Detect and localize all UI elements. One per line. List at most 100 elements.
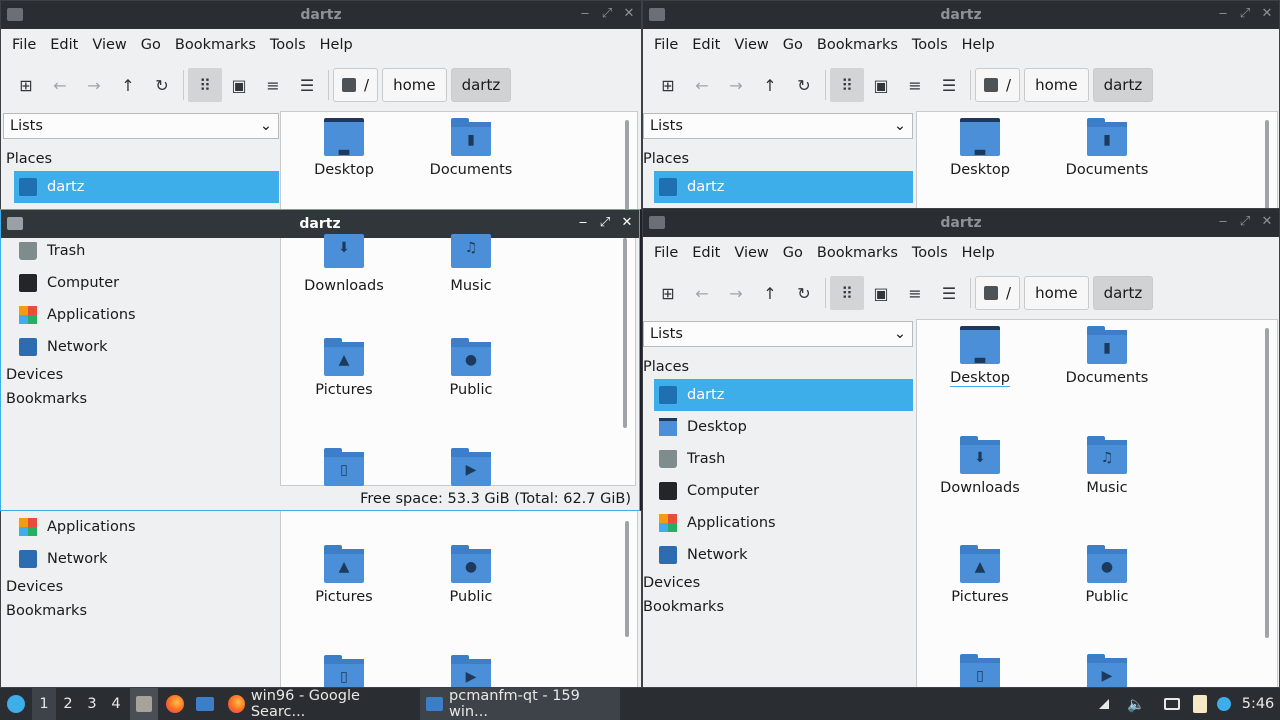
desktop-switcher-3[interactable]: 3 [80, 688, 104, 720]
desktop-switcher-4[interactable]: 4 [104, 688, 128, 720]
compact-view-icon[interactable]: ≡ [898, 68, 932, 102]
sidebar-item-applications[interactable]: Applications [3, 511, 279, 543]
scrollbar[interactable] [1265, 120, 1269, 209]
detailed-view-icon[interactable]: ☰ [932, 68, 966, 102]
menu-file[interactable]: File [5, 37, 43, 53]
menu-file[interactable]: File [647, 245, 685, 261]
bookmarks-header[interactable]: Bookmarks [3, 599, 279, 623]
thumbnail-view-icon[interactable]: ▣ [864, 68, 898, 102]
file-item-videos[interactable]: ▶ [412, 655, 530, 687]
file-view[interactable]: ▲ Pictures ● Public ▯ ▶ [280, 511, 638, 687]
file-manager-window-top-left[interactable]: dartz ‒ ⤢ ✕ File Edit View Go Bookmarks To… [0, 0, 642, 210]
file-view[interactable]: ▬ Desktop ▮ Documents [916, 111, 1278, 209]
devices-header[interactable]: Devices [643, 571, 913, 595]
sidebar-item-dartz[interactable]: dartz [654, 379, 913, 411]
maximize-button[interactable]: ⤢ [1237, 5, 1253, 23]
file-item-public[interactable]: ● Public [412, 545, 530, 605]
file-item-downloads[interactable]: ⬇ Downloads [285, 234, 403, 294]
sidebar-item-applications[interactable]: Applications [643, 507, 913, 539]
title-bar[interactable]: dartz ‒ ⤢ ✕ [643, 209, 1279, 237]
breadcrumb-home[interactable]: home [382, 68, 447, 102]
file-manager-window-bottom-left[interactable]: Applications Network Devices Bookmarks ▲… [0, 510, 642, 688]
icon-view-icon[interactable]: ⠿ [188, 68, 222, 102]
forward-icon[interactable]: → [77, 68, 111, 102]
file-item-videos[interactable]: ▶ [1048, 654, 1166, 687]
menu-tools[interactable]: Tools [905, 37, 955, 53]
file-view[interactable]: ▬ Desktop ▮ Documents [280, 111, 638, 209]
places-header[interactable]: Places [3, 147, 279, 171]
file-item-pictures[interactable]: ▲ Pictures [285, 338, 403, 398]
sidebar-item-trash[interactable]: Trash [3, 235, 279, 267]
file-item-templates[interactable]: ▯ [921, 654, 1039, 687]
file-item-music[interactable]: ♫ Music [412, 234, 530, 294]
sidebar-item-applications[interactable]: Applications [3, 299, 279, 331]
menu-tools[interactable]: Tools [263, 37, 313, 53]
task-firefox[interactable]: win96 - Google Searc... [222, 688, 414, 720]
minimize-button[interactable]: ‒ [1215, 5, 1231, 23]
breadcrumb-current[interactable]: dartz [1092, 276, 1154, 310]
sidebar-item-trash[interactable]: Trash [643, 443, 913, 475]
side-pane-mode-select[interactable]: Lists ⌄ [643, 321, 913, 347]
reload-icon[interactable]: ↻ [787, 276, 821, 310]
sidebar-item-computer[interactable]: Computer [643, 475, 913, 507]
minimize-button[interactable]: ‒ [577, 5, 593, 23]
file-manager-window-bottom-right[interactable]: dartz ‒ ⤢ ✕ File Edit View Go Bookmarks To… [642, 208, 1280, 688]
detailed-view-icon[interactable]: ☰ [290, 68, 324, 102]
sidebar-item-network[interactable]: Network [3, 331, 279, 363]
keyboard-icon[interactable] [1162, 694, 1182, 714]
sidebar-item-computer[interactable]: Computer [3, 267, 279, 299]
menu-view[interactable]: View [727, 245, 775, 261]
back-icon[interactable]: ← [685, 68, 719, 102]
side-pane-mode-select[interactable]: Lists ⌄ [643, 113, 913, 139]
file-item-documents[interactable]: ▮ Documents [412, 118, 530, 178]
places-header[interactable]: Places [643, 355, 913, 379]
breadcrumb-current[interactable]: dartz [450, 68, 512, 102]
firefox-launcher-icon[interactable] [162, 688, 188, 720]
menu-edit[interactable]: Edit [685, 245, 727, 261]
file-manager-window-top-right[interactable]: dartz ‒ ⤢ ✕ File Edit View Go Bookmarks To… [642, 0, 1280, 210]
maximize-button[interactable]: ⤢ [597, 214, 613, 232]
desktop-switcher-1[interactable]: 1 [32, 688, 56, 720]
file-item-documents[interactable]: ▮ Documents [1048, 118, 1166, 178]
file-manager-launcher-icon[interactable] [192, 688, 218, 720]
clock[interactable]: 5:46 [1240, 688, 1276, 720]
breadcrumb-root[interactable]: / [975, 68, 1021, 102]
reload-icon[interactable]: ↻ [787, 68, 821, 102]
desktop-switcher-2[interactable]: 2 [56, 688, 80, 720]
menu-go[interactable]: Go [776, 245, 810, 261]
menu-bookmarks[interactable]: Bookmarks [810, 245, 905, 261]
forward-icon[interactable]: → [719, 68, 753, 102]
new-tab-icon[interactable]: ⊞ [9, 68, 43, 102]
sidebar-item-dartz[interactable]: dartz [14, 171, 279, 203]
menu-tools[interactable]: Tools [905, 245, 955, 261]
detailed-view-icon[interactable]: ☰ [932, 276, 966, 310]
new-tab-icon[interactable]: ⊞ [651, 276, 685, 310]
file-item-desktop[interactable]: ▬ Desktop [921, 118, 1039, 178]
close-button[interactable]: ✕ [1259, 5, 1275, 23]
breadcrumb-root[interactable]: / [333, 68, 379, 102]
up-icon[interactable]: ↑ [753, 68, 787, 102]
file-manager-window-active[interactable]: dartz ‒ ⤢ ✕ Trash Computer Applications Ne… [0, 209, 640, 511]
file-item-downloads[interactable]: ⬇ Downloads [921, 436, 1039, 496]
scrollbar[interactable] [1265, 328, 1269, 638]
menu-help[interactable]: Help [955, 37, 1002, 53]
file-item-public[interactable]: ● Public [1048, 545, 1166, 605]
up-icon[interactable]: ↑ [753, 276, 787, 310]
scrollbar[interactable] [625, 120, 629, 209]
breadcrumb-current[interactable]: dartz [1092, 68, 1154, 102]
file-item-desktop[interactable]: ▬ Desktop [921, 326, 1039, 387]
clipboard-icon[interactable] [1190, 694, 1210, 714]
scrollbar[interactable] [623, 238, 627, 428]
compact-view-icon[interactable]: ≡ [898, 276, 932, 310]
minimize-button[interactable]: ‒ [1215, 213, 1231, 231]
back-icon[interactable]: ← [43, 68, 77, 102]
volume-icon[interactable]: 🔈 [1126, 694, 1146, 714]
back-icon[interactable]: ← [685, 276, 719, 310]
file-item-documents[interactable]: ▮ Documents [1048, 326, 1166, 386]
maximize-button[interactable]: ⤢ [1237, 213, 1253, 231]
start-menu-icon[interactable] [4, 688, 28, 720]
reload-icon[interactable]: ↻ [145, 68, 179, 102]
close-button[interactable]: ✕ [619, 214, 635, 232]
menu-help[interactable]: Help [313, 37, 360, 53]
sidebar-item-network[interactable]: Network [3, 543, 279, 575]
